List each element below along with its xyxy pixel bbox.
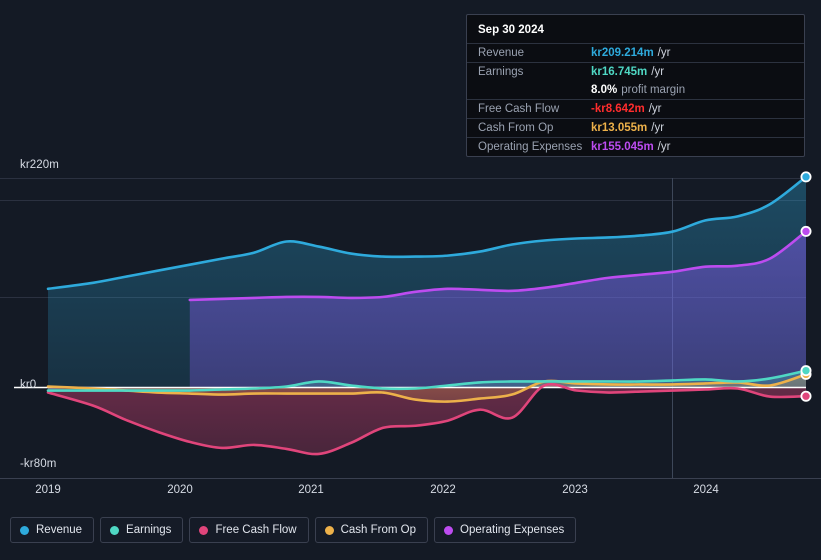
legend-item-label: Revenue (36, 524, 83, 536)
tooltip-row-subtext: profit margin (621, 84, 686, 96)
tooltip-row: Earnings kr16.745m/yr (467, 62, 804, 81)
tooltip-row-value: kr13.055m (591, 122, 648, 134)
tooltip-row-label: Earnings (478, 66, 524, 78)
tooltip-date: Sep 30 2024 (478, 24, 544, 36)
legend-color-dot-icon (110, 525, 120, 535)
y-axis-label-zero: kr0 (20, 379, 37, 391)
tooltip-row-label: Free Cash Flow (478, 103, 560, 115)
earnings-endpoint-marker[interactable] (800, 365, 812, 377)
tooltip-row-unit: /yr (651, 66, 665, 78)
tooltip-row: Free Cash Flow -kr8.642m/yr (467, 99, 804, 118)
tooltip-row-value: 8.0% (591, 84, 618, 96)
tooltip-row: Cash From Op kr13.055m/yr (467, 118, 804, 137)
operating-expenses-endpoint-marker[interactable] (800, 225, 812, 237)
legend-item-revenue[interactable]: Revenue (10, 517, 95, 543)
tooltip-row-label: Operating Expenses (478, 141, 583, 153)
legend-item-label: Free Cash Flow (215, 524, 297, 536)
legend-item-cash-from-op[interactable]: Cash From Op (314, 517, 429, 543)
chart-legend[interactable]: Revenue Earnings Free Cash Flow Cash From O… (10, 517, 577, 543)
chart-tooltip: Sep 30 2024 Revenue kr209.214m/yr Earnings… (466, 14, 805, 157)
y-axis-label-max: kr220m (20, 159, 59, 171)
free-cash-flow-endpoint-marker[interactable] (800, 390, 812, 402)
legend-color-dot-icon (324, 525, 334, 535)
tooltip-row: Revenue kr209.214m/yr (467, 43, 804, 62)
tooltip-row-value: -kr8.642m (591, 103, 645, 115)
x-axis-tick-2019: 2019 (35, 484, 61, 496)
tooltip-row: 8.0% profit margin (467, 81, 804, 99)
y-axis-label-min: -kr80m (20, 458, 57, 470)
x-axis-tick-2022: 2022 (430, 484, 456, 496)
tooltip-rows: Revenue kr209.214m/yr Earnings kr16.745m/yr… (467, 43, 804, 156)
legend-item-label: Operating Expenses (460, 524, 565, 536)
x-axis-tick-2021: 2021 (298, 484, 324, 496)
legend-item-label: Cash From Op (340, 524, 417, 536)
tooltip-row-value: kr209.214m (591, 47, 654, 59)
revenue-endpoint-marker[interactable] (800, 171, 812, 183)
legend-color-dot-icon (199, 525, 209, 535)
x-axis: 2019 2020 2021 2022 2023 2024 (0, 484, 821, 502)
tooltip-row-unit: /yr (648, 103, 662, 115)
tooltip-row-value: kr155.045m (591, 141, 654, 153)
legend-color-dot-icon (444, 525, 454, 535)
legend-item-free-cash-flow[interactable]: Free Cash Flow (189, 517, 309, 543)
legend-item-earnings[interactable]: Earnings (100, 517, 184, 543)
tooltip-row-label: Revenue (478, 47, 525, 59)
legend-item-label: Earnings (126, 524, 172, 536)
tooltip-row-value: kr16.745m (591, 66, 648, 78)
tooltip-row-unit: /yr (657, 141, 671, 153)
tooltip-row-unit: /yr (657, 47, 671, 59)
x-axis-tick-2020: 2020 (167, 484, 193, 496)
tooltip-row: Operating Expenses kr155.045m/yr (467, 137, 804, 156)
legend-color-dot-icon (20, 525, 29, 535)
x-axis-tick-2023: 2023 (562, 484, 588, 496)
legend-item-operating-expenses[interactable]: Operating Expenses (434, 517, 577, 543)
x-axis-tick-2024: 2024 (693, 484, 719, 496)
tooltip-row-label: Cash From Op (478, 122, 554, 134)
tooltip-row-unit: /yr (651, 122, 665, 134)
